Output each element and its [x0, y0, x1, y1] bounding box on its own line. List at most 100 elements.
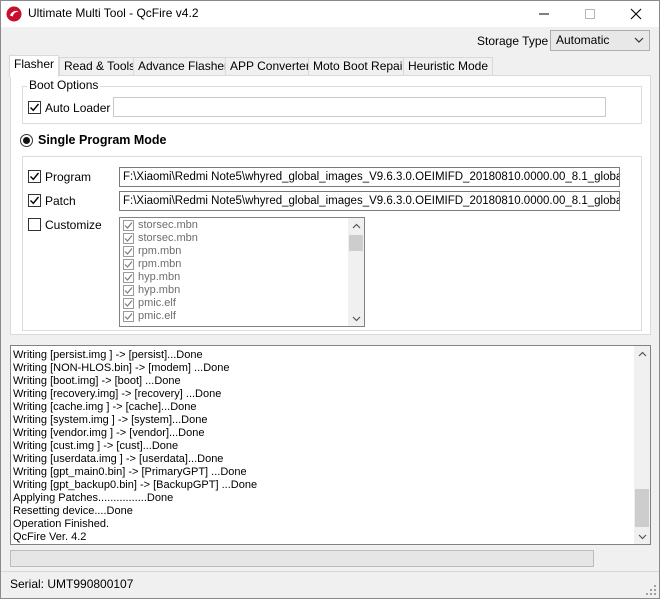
- tab-heuristic-mode[interactable]: Heuristic Mode: [403, 57, 494, 76]
- chevron-up-icon: [638, 351, 646, 356]
- checkmark-icon: [30, 172, 40, 181]
- app-logo-icon: [6, 6, 22, 22]
- log-line: Writing [gpt_main0.bin] -> [PrimaryGPT] …: [13, 466, 247, 478]
- log-line: Resetting device....Done: [13, 505, 133, 517]
- status-bar: Serial: UMT990800107: [1, 571, 659, 598]
- list-item-label: rpm.mbn: [138, 245, 182, 257]
- resize-grip-icon[interactable]: [645, 584, 657, 596]
- log-scrollbar[interactable]: [634, 346, 650, 544]
- customize-label: Customize: [45, 218, 102, 232]
- checkmark-icon: [124, 274, 133, 281]
- boot-options-legend: Boot Options: [27, 78, 101, 92]
- app-window: Ultimate Multi Tool - QcFire v4.2 Storag…: [0, 0, 660, 599]
- checkbox-disabled: [123, 285, 134, 296]
- scroll-down-button[interactable]: [348, 310, 364, 326]
- list-item[interactable]: rpm.mbn: [120, 245, 364, 258]
- list-item-label: storsec.mbn: [138, 232, 198, 244]
- flasher-panel: Boot Options Auto Loader Single Program …: [10, 75, 651, 335]
- tab-advance-flasher[interactable]: Advance Flasher: [133, 57, 234, 76]
- log-line: Writing [cache.img ] -> [cache]...Done: [13, 401, 197, 413]
- log-line: Writing [NON-HLOS.bin] -> [modem] ...Don…: [13, 362, 230, 374]
- chevron-down-icon: [352, 316, 360, 321]
- tab-app-converter[interactable]: APP Converter: [225, 57, 315, 76]
- log-line: Writing [cust.img ] -> [cust]...Done: [13, 440, 179, 452]
- minimize-icon: [539, 13, 549, 15]
- list-item-label: hyp.mbn: [138, 271, 181, 283]
- list-item[interactable]: storsec.mbn: [120, 232, 364, 245]
- list-item[interactable]: hyp.mbn: [120, 284, 364, 297]
- window-title: Ultimate Multi Tool - QcFire v4.2: [28, 6, 199, 20]
- minimize-button[interactable]: [521, 1, 567, 27]
- checkbox-disabled: [123, 272, 134, 283]
- list-item[interactable]: pmic.elf: [120, 297, 364, 310]
- progress-bar: [10, 550, 594, 567]
- auto-loader-label: Auto Loader: [45, 101, 111, 115]
- log-line: QcFire Ver. 4.2: [13, 531, 87, 543]
- checkbox-disabled: [123, 311, 134, 322]
- log-line: Writing [vendor.img ] -> [vendor]...Done: [13, 427, 205, 439]
- log-line: Writing [recovery.img] -> [recovery] ...…: [13, 388, 222, 400]
- patch-label: Patch: [45, 194, 76, 208]
- storage-type-label: Storage Type: [477, 34, 549, 48]
- log-line: Applying Patches................Done: [13, 492, 174, 504]
- title-bar[interactable]: Ultimate Multi Tool - QcFire v4.2: [1, 1, 659, 27]
- storage-type-select[interactable]: Automatic: [550, 30, 650, 51]
- close-icon: [630, 8, 642, 20]
- checkmark-icon: [124, 300, 133, 307]
- checkbox-disabled: [123, 246, 134, 257]
- checkmark-icon: [30, 196, 40, 205]
- list-item[interactable]: storsec.mbn: [120, 219, 364, 232]
- list-scrollbar[interactable]: [348, 218, 364, 326]
- log-output[interactable]: Writing [persist.img ] -> [persist]...Do…: [10, 345, 651, 545]
- list-item-label: hyp.mbn: [138, 284, 181, 296]
- list-item-label: pmic.elf: [138, 297, 176, 309]
- checkmark-icon: [124, 248, 133, 255]
- log-line: Writing [system.img ] -> [system]...Done: [13, 414, 208, 426]
- tab-moto-boot-repair[interactable]: Moto Boot Repair: [308, 57, 412, 76]
- scroll-down-button[interactable]: [634, 528, 650, 544]
- scroll-thumb[interactable]: [349, 235, 363, 251]
- maximize-icon: [585, 9, 595, 19]
- checkbox-disabled: [123, 233, 134, 244]
- list-item[interactable]: hyp.mbn: [120, 271, 364, 284]
- list-item-label: storsec.mbn: [138, 219, 198, 231]
- serial-number: Serial: UMT990800107: [10, 577, 134, 591]
- checkmark-icon: [124, 313, 133, 320]
- single-program-mode-label: Single Program Mode: [38, 133, 167, 147]
- list-item-label: pmic.elf: [138, 310, 176, 322]
- single-program-mode-radio[interactable]: [20, 134, 33, 147]
- log-line: Operation Finished.: [13, 518, 109, 530]
- patch-checkbox[interactable]: [28, 194, 41, 207]
- patch-path-input[interactable]: F:\Xiaomi\Redmi Note5\whyred_global_imag…: [119, 191, 620, 211]
- auto-loader-input[interactable]: [113, 97, 606, 117]
- tab-read-tools[interactable]: Read & Tools: [59, 57, 141, 76]
- scroll-up-button[interactable]: [634, 346, 650, 362]
- list-item[interactable]: rpm.mbn: [120, 258, 364, 271]
- log-line: Writing [boot.img] -> [boot] ...Done: [13, 375, 181, 387]
- storage-type-value: Automatic: [556, 33, 610, 47]
- checkmark-icon: [124, 222, 133, 229]
- maximize-button[interactable]: [567, 1, 613, 27]
- checkbox-disabled: [123, 259, 134, 270]
- tab-flasher[interactable]: Flasher: [9, 55, 60, 77]
- log-line: Writing [userdata.img ] -> [userdata]...…: [13, 453, 224, 465]
- list-item-label: rpm.mbn: [138, 258, 182, 270]
- close-button[interactable]: [613, 1, 659, 27]
- program-label: Program: [45, 170, 92, 184]
- scroll-thumb[interactable]: [635, 489, 649, 527]
- checkmark-icon: [124, 261, 133, 268]
- program-path-input[interactable]: F:\Xiaomi\Redmi Note5\whyred_global_imag…: [119, 167, 620, 187]
- chevron-down-icon: [638, 534, 646, 539]
- log-line: Writing [gpt_backup0.bin] -> [BackupGPT]…: [13, 479, 258, 491]
- customize-file-list[interactable]: storsec.mbn storsec.mbn rpm.mbn rpm.mbn …: [119, 217, 365, 327]
- checkbox-disabled: [123, 220, 134, 231]
- auto-loader-checkbox[interactable]: [28, 101, 41, 114]
- customize-checkbox[interactable]: [28, 218, 41, 231]
- checkmark-icon: [124, 235, 133, 242]
- scroll-up-button[interactable]: [348, 218, 364, 234]
- list-item[interactable]: pmic.elf: [120, 310, 364, 323]
- program-checkbox[interactable]: [28, 170, 41, 183]
- log-lines: Writing [persist.img ] -> [persist]...Do…: [13, 349, 633, 544]
- checkbox-disabled: [123, 298, 134, 309]
- checkmark-icon: [124, 287, 133, 294]
